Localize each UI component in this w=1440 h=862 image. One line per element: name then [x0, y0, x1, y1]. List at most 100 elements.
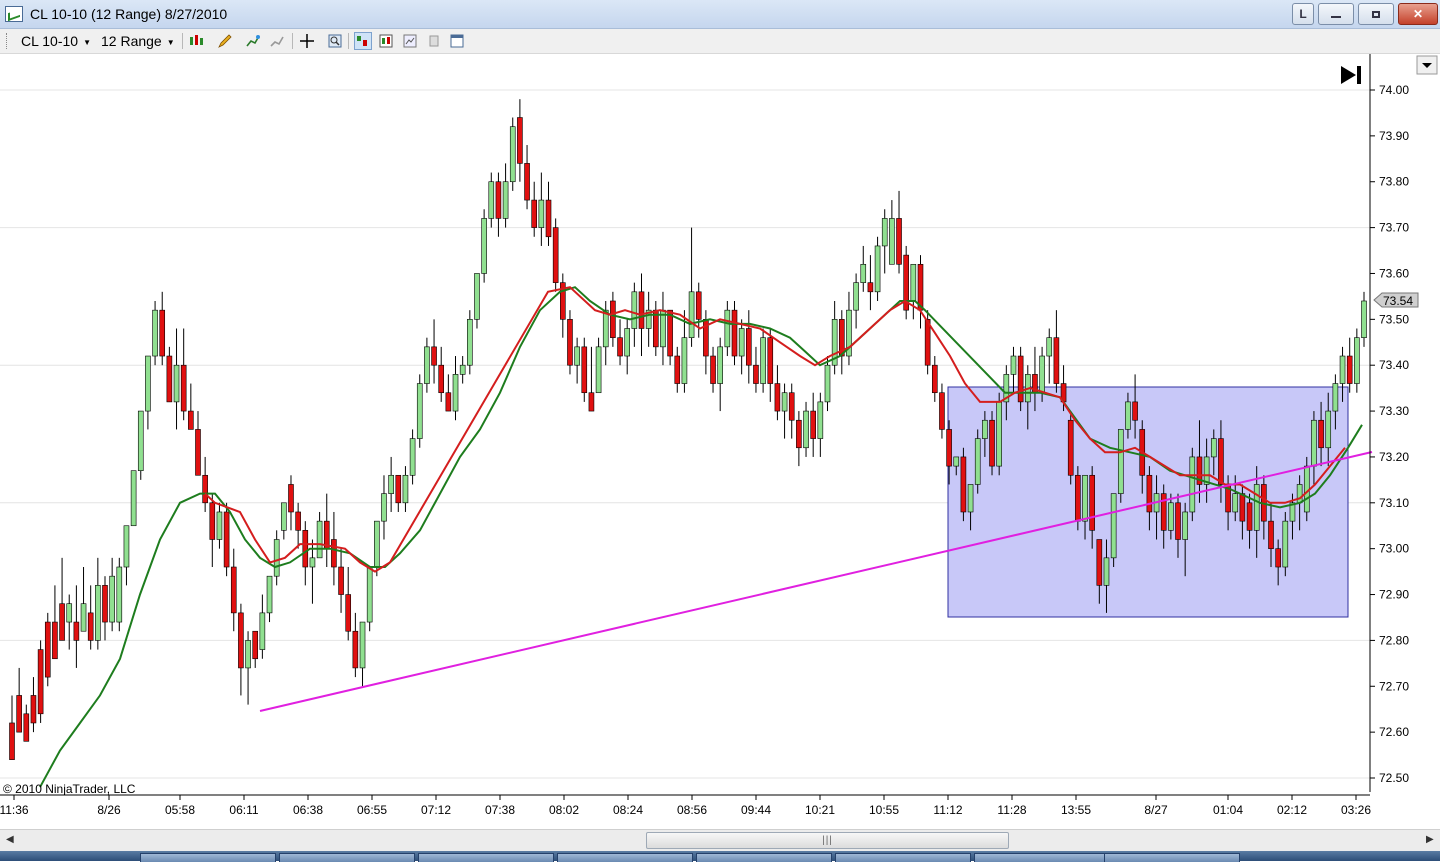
- candle-body: [1053, 337, 1060, 384]
- time-tick-label: 03:26: [1341, 803, 1371, 817]
- toolbar-divider: [348, 33, 349, 49]
- price-tick-label: 73.50: [1379, 312, 1409, 326]
- data-box-icon[interactable]: [354, 32, 372, 50]
- candle-body: [910, 263, 917, 302]
- candle-body: [746, 328, 752, 366]
- candle-body: [1296, 484, 1303, 504]
- price-tick-label: 73.00: [1379, 542, 1409, 556]
- candle-body: [602, 309, 609, 348]
- time-tick-label: 11:28: [997, 803, 1026, 817]
- candle-body: [1232, 493, 1239, 513]
- candle-body: [1246, 502, 1253, 531]
- time-tick-label: 05:58: [165, 803, 195, 817]
- candle-body: [524, 163, 530, 201]
- crosshair-icon[interactable]: [298, 32, 316, 50]
- scroll-left-icon[interactable]: ◀: [6, 834, 14, 845]
- candle-body: [366, 566, 373, 623]
- snapshot-icon[interactable]: [425, 32, 443, 50]
- price-tick-label: 73.60: [1379, 266, 1409, 280]
- price-chart[interactable]: 74.00 73.90 73.80 73.70 73.60 73.50 73.40 73.30…: [0, 54, 1440, 829]
- candle-body: [409, 438, 416, 476]
- candle-body: [1117, 429, 1124, 494]
- zoom-icon[interactable]: [326, 32, 344, 50]
- add-indicator-icon[interactable]: [244, 32, 262, 50]
- price-axis[interactable]: 74.00 73.90 73.80 73.70 73.60 73.50 73.40 73.30…: [1370, 83, 1409, 785]
- ninjatrader-chart-icon: [5, 6, 23, 22]
- price-tick-label: 73.20: [1379, 450, 1409, 464]
- candle-body: [116, 566, 123, 623]
- properties-icon[interactable]: [401, 32, 419, 50]
- candle-body: [817, 401, 824, 439]
- scrollbar-thumb[interactable]: |||: [646, 832, 1009, 849]
- candle-body: [953, 456, 960, 467]
- price-tick-label: 73.90: [1379, 129, 1409, 143]
- candle-body: [59, 603, 65, 641]
- candle-body: [281, 502, 287, 531]
- strategy-icon[interactable]: [268, 32, 286, 50]
- time-tick-label: 06:55: [357, 803, 387, 817]
- pencil-draw-icon[interactable]: [216, 32, 234, 50]
- candle-body: [738, 328, 745, 357]
- candle-body: [638, 291, 645, 329]
- instrument-selector[interactable]: CL 10-10 ▼: [21, 33, 91, 49]
- candle-body: [195, 429, 201, 476]
- candle-body: [52, 621, 58, 660]
- minimize-button[interactable]: [1318, 3, 1354, 25]
- candle-body: [624, 328, 630, 357]
- price-tick-label: 72.50: [1379, 771, 1409, 785]
- candle-body: [681, 337, 688, 384]
- chart-trader-icon[interactable]: [377, 32, 395, 50]
- link-button[interactable]: L: [1292, 3, 1314, 25]
- candle-body: [37, 649, 44, 715]
- candle-body: [481, 218, 487, 274]
- candle-body: [87, 612, 94, 641]
- candle-body: [610, 300, 616, 338]
- last-price-label: 73.54: [1383, 294, 1413, 308]
- candle-body: [123, 525, 130, 568]
- candle-body: [989, 419, 995, 467]
- candle-body: [824, 364, 831, 403]
- candle-body: [538, 199, 545, 228]
- candle-body: [974, 438, 981, 485]
- toolbar-grip[interactable]: [6, 33, 9, 49]
- candle-body: [767, 337, 774, 384]
- candle-body: [316, 520, 323, 559]
- candle-body: [1268, 520, 1274, 549]
- candle-body: [674, 355, 681, 384]
- scroll-right-icon[interactable]: ▶: [1426, 834, 1434, 845]
- chart-menu-dropdown[interactable]: [1416, 55, 1438, 75]
- candle-body: [495, 181, 502, 219]
- candle-body: [588, 392, 595, 412]
- panel-icon[interactable]: [448, 32, 466, 50]
- candle-body: [595, 346, 602, 394]
- interval-selector[interactable]: 12 Range ▼: [101, 33, 175, 49]
- candle-body: [1332, 383, 1339, 412]
- time-tick-label: 01:04: [1213, 803, 1243, 817]
- time-tick-label: 06:11: [229, 803, 258, 817]
- close-button[interactable]: ✕: [1398, 3, 1438, 25]
- price-tick-label: 73.70: [1379, 221, 1409, 235]
- candle-body: [180, 364, 187, 412]
- candle-body: [581, 346, 588, 394]
- candle-body: [95, 585, 101, 641]
- candle-body: [152, 309, 158, 357]
- candle-body: [760, 337, 766, 384]
- price-tick-label: 72.60: [1379, 725, 1409, 739]
- restore-button[interactable]: [1358, 3, 1394, 25]
- candle-body: [288, 484, 294, 513]
- candle-body: [509, 126, 516, 183]
- chart-style-icon[interactable]: [188, 32, 206, 50]
- candle-body: [66, 603, 73, 623]
- candle-body: [1354, 337, 1360, 384]
- candle-body: [445, 392, 452, 412]
- horizontal-scrollbar[interactable]: ◀ ||| ▶: [0, 829, 1440, 852]
- toolbar-divider: [292, 33, 293, 49]
- time-tick-label: 11:12: [933, 803, 962, 817]
- candle-body: [617, 337, 623, 357]
- time-axis[interactable]: 11:36 8/26 05:58 06:11 06:38 06:55 07:12 07:38 0…: [0, 795, 1371, 817]
- candle-body: [23, 713, 30, 742]
- candle-body: [395, 474, 402, 504]
- skip-to-end-icon[interactable]: [1341, 66, 1361, 84]
- candle-body: [667, 309, 673, 357]
- candle-body: [459, 364, 466, 375]
